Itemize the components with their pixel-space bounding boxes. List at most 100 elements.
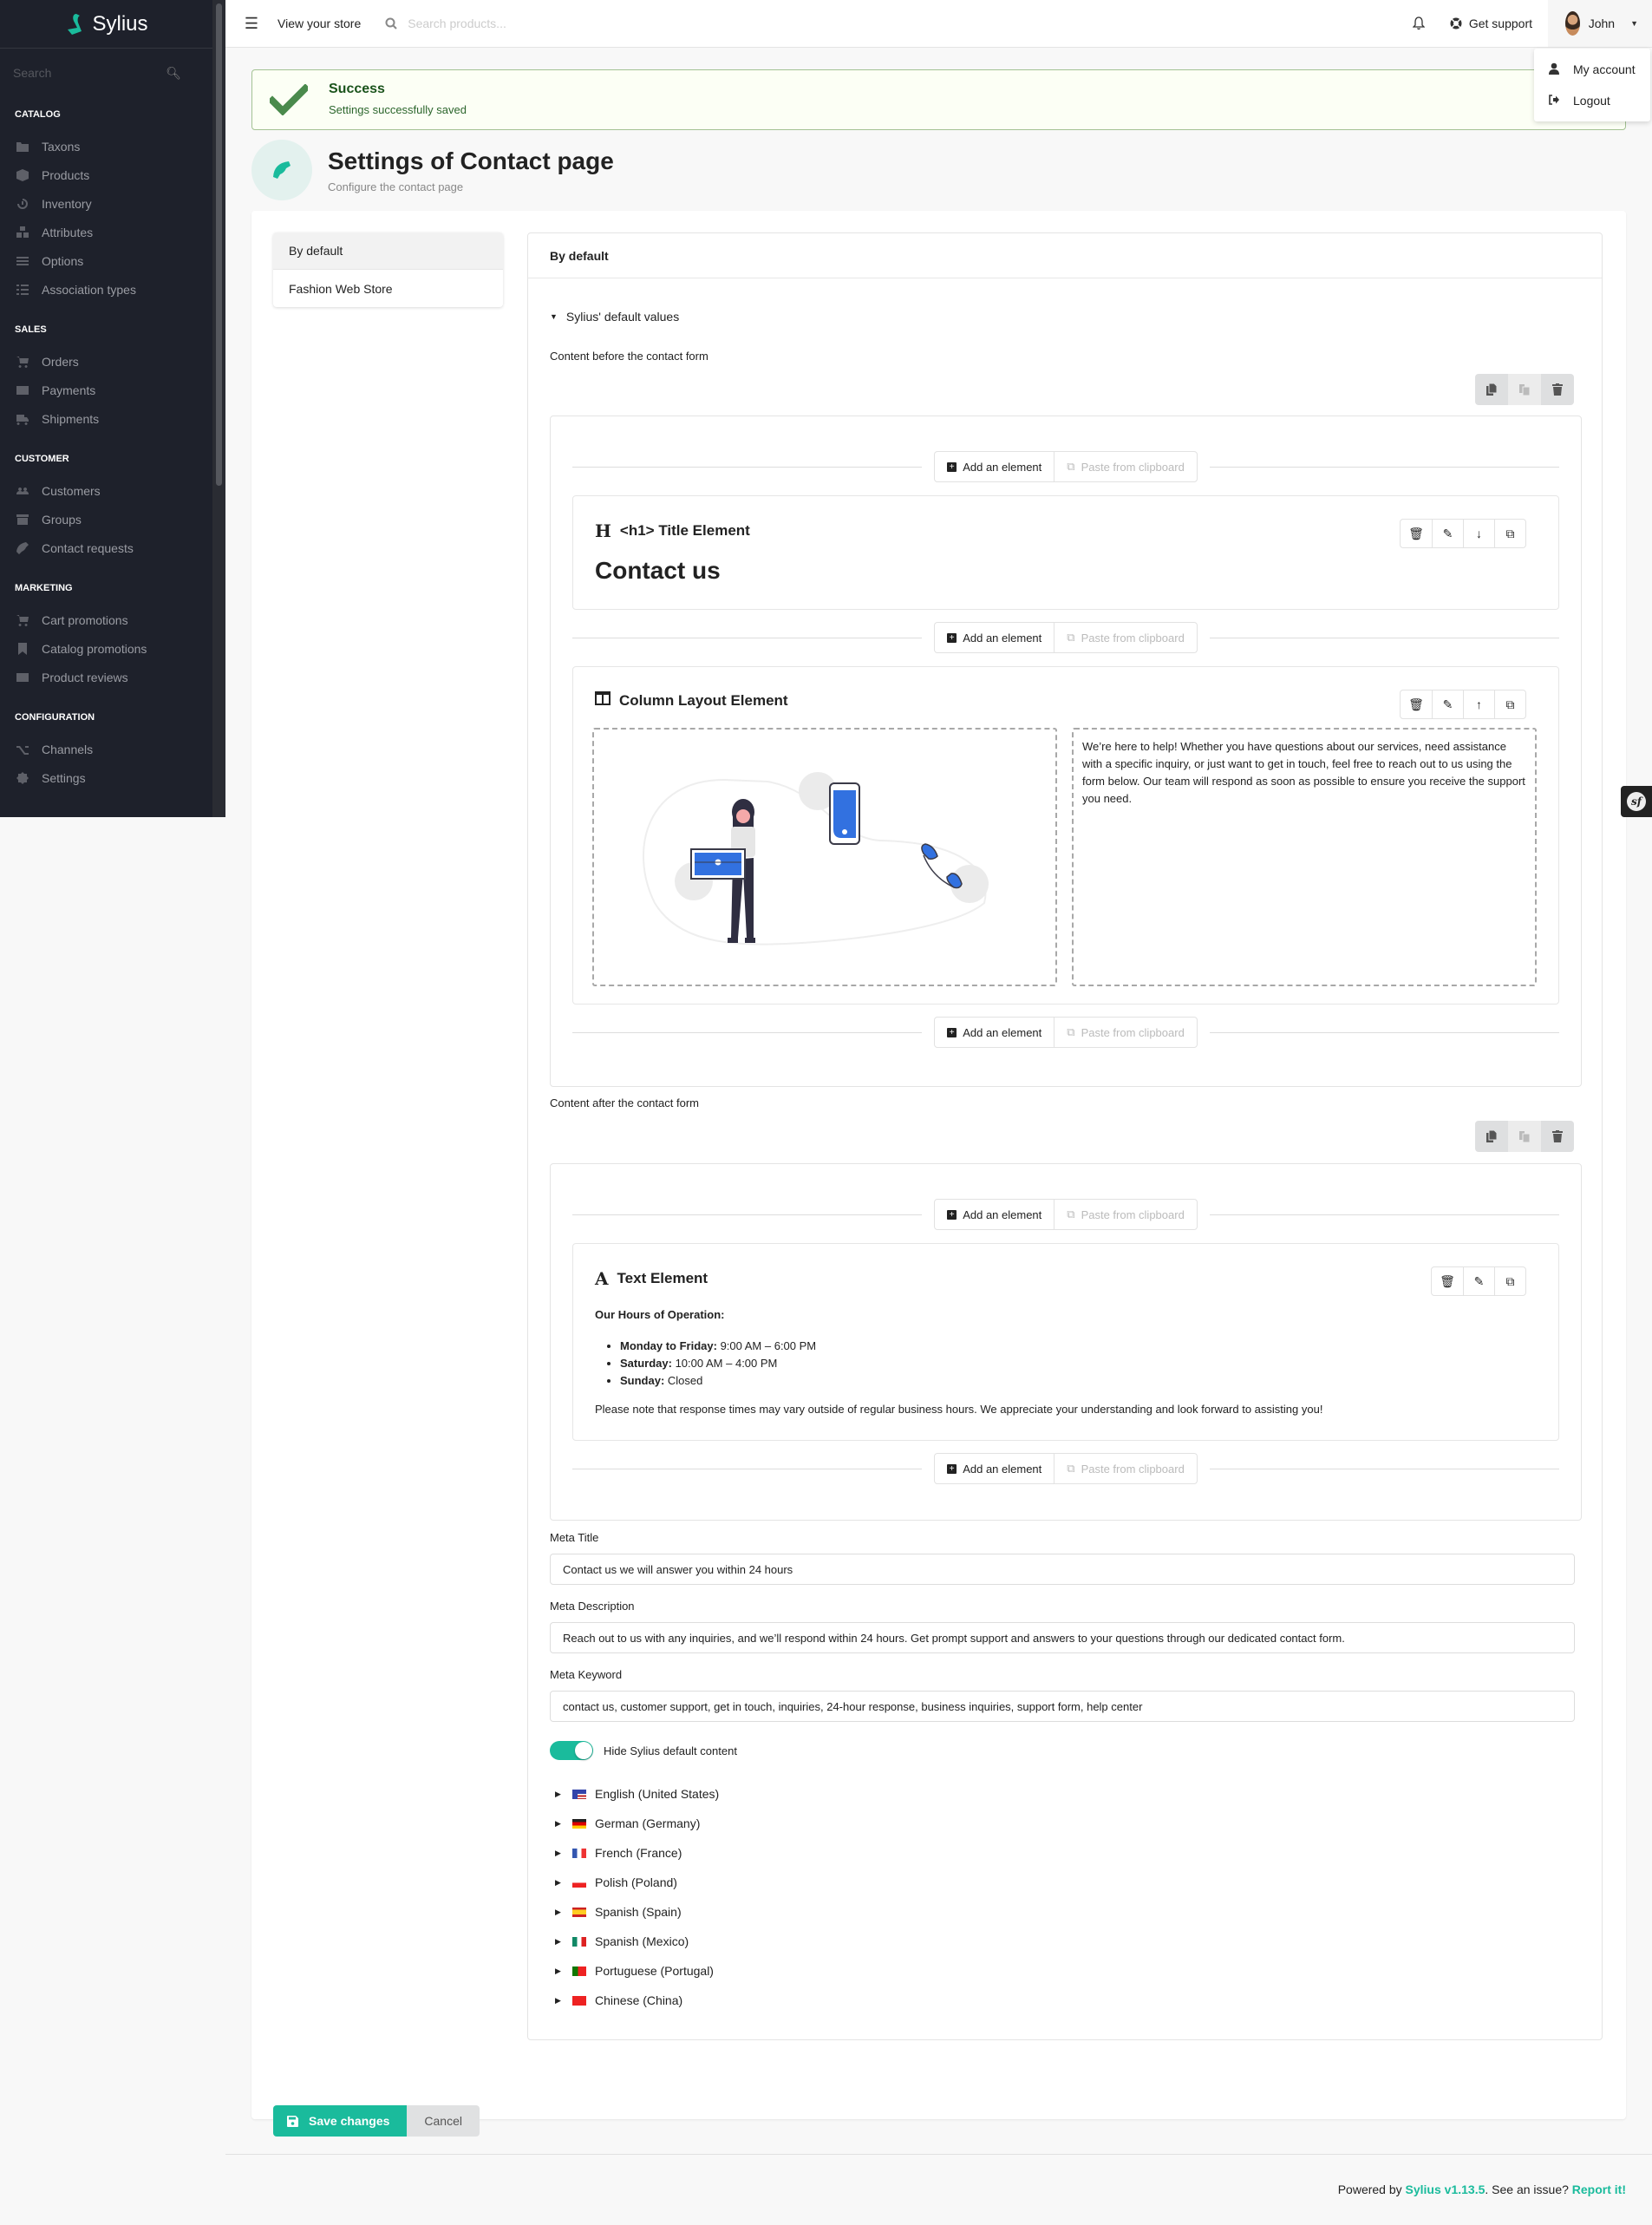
users-icon xyxy=(16,485,29,497)
sidebar-item-shipments[interactable]: Shipments xyxy=(0,404,225,433)
paste-from-clipboard-button[interactable]: ⧉ Paste from clipboard xyxy=(1054,1454,1197,1483)
meta-keyword-input[interactable] xyxy=(550,1691,1575,1722)
flag-pl-icon xyxy=(572,1877,586,1888)
paste-from-clipboard-button[interactable]: ⧉ Paste from clipboard xyxy=(1054,623,1197,652)
copy-icon[interactable]: ⧉ xyxy=(1494,520,1525,547)
font-icon: A xyxy=(595,1268,609,1289)
element-actions: 🗑︎ ✎ ↑ ⧉ xyxy=(1400,690,1526,719)
add-element-button[interactable]: + Add an element xyxy=(935,1018,1054,1047)
pencil-icon[interactable]: ✎ xyxy=(1432,690,1463,718)
sidebar-item-association-types[interactable]: Association types xyxy=(0,275,225,304)
add-element-button[interactable]: + Add an element xyxy=(935,1200,1054,1229)
locale-item-mx[interactable]: ▶ Spanish (Mexico) xyxy=(550,1927,719,1956)
add-element-button[interactable]: + Add an element xyxy=(935,452,1054,481)
sidebar-item-settings[interactable]: Settings xyxy=(0,763,225,792)
locale-item-cn[interactable]: ▶ Chinese (China) xyxy=(550,1986,719,2015)
report-issue-link[interactable]: Report it! xyxy=(1572,2182,1626,2196)
search-icon[interactable]: 🔍︎ xyxy=(166,66,181,81)
locale-item-us[interactable]: ▶ English (United States) xyxy=(550,1779,719,1809)
locale-item-pl[interactable]: ▶ Polish (Poland) xyxy=(550,1868,719,1897)
sidebar-item-taxons[interactable]: Taxons xyxy=(0,132,225,160)
sidebar-item-cart-promotions[interactable]: Cart promotions xyxy=(0,605,225,634)
user-dropdown: My account Logout xyxy=(1534,49,1650,121)
get-support-link[interactable]: Get support xyxy=(1450,16,1532,30)
copy-icon[interactable]: ⧉ xyxy=(1494,1267,1525,1295)
paste-from-clipboard-button[interactable]: ⧉ Paste from clipboard xyxy=(1054,1018,1197,1047)
bookmark-icon xyxy=(16,642,29,655)
sidebar-scrollbar[interactable] xyxy=(212,0,225,817)
toggle-knob xyxy=(575,1742,592,1759)
copy-icon[interactable]: ⧉ xyxy=(1494,690,1525,718)
product-search-input[interactable] xyxy=(408,16,669,30)
arrow-down-icon[interactable]: ↓ xyxy=(1463,520,1494,547)
sidebar-item-inventory[interactable]: Inventory xyxy=(0,189,225,218)
paste-from-clipboard-button[interactable]: ⧉ Paste from clipboard xyxy=(1054,1200,1197,1229)
folder-icon xyxy=(16,141,29,153)
truck-icon xyxy=(16,413,29,425)
copy-all-button[interactable] xyxy=(1475,1121,1508,1152)
meta-title-input[interactable] xyxy=(550,1554,1575,1585)
locale-item-fr[interactable]: ▶ French (France) xyxy=(550,1838,719,1868)
locale-label: Spanish (Spain) xyxy=(595,1905,682,1919)
sidebar-item-channels[interactable]: Channels xyxy=(0,735,225,763)
trash-icon[interactable]: 🗑︎ xyxy=(1401,520,1432,547)
sidebar-item-contact-requests[interactable]: Contact requests xyxy=(0,533,225,562)
pencil-icon[interactable]: ✎ xyxy=(1463,1267,1494,1295)
add-element-row: + Add an element ⧉ Paste from clipboard xyxy=(572,1453,1560,1484)
locale-item-pt[interactable]: ▶ Portuguese (Portugal) xyxy=(550,1956,719,1986)
sidebar-item-products[interactable]: Products xyxy=(0,160,225,189)
sylius-version-link[interactable]: Sylius v1.13.5 xyxy=(1406,2182,1485,2196)
sidebar-search-input[interactable] xyxy=(13,66,143,80)
menu-toggle-icon[interactable]: ☰ xyxy=(225,15,278,33)
paste-all-button[interactable] xyxy=(1508,374,1541,405)
column-left[interactable] xyxy=(592,728,1057,986)
nav-section-title: SALES xyxy=(15,324,47,335)
sylius-logo[interactable]: Sylius xyxy=(0,0,212,49)
clear-all-button[interactable] xyxy=(1541,1121,1574,1152)
sidebar-search[interactable]: 🔍︎ xyxy=(0,49,212,97)
add-element-button[interactable]: + Add an element xyxy=(935,623,1054,652)
add-element-button[interactable]: + Add an element xyxy=(935,1454,1054,1483)
bell-icon[interactable] xyxy=(1401,16,1436,30)
channel-item-fashion-web-store[interactable]: Fashion Web Store xyxy=(273,270,503,307)
sidebar-item-options[interactable]: Options xyxy=(0,246,225,275)
shuffle-icon xyxy=(16,743,29,756)
meta-description-input[interactable] xyxy=(550,1622,1575,1653)
channel-item-by-default[interactable]: By default xyxy=(273,232,503,270)
caret-right-icon: ▶ xyxy=(555,1936,561,1946)
locale-item-es[interactable]: ▶ Spanish (Spain) xyxy=(550,1897,719,1927)
sidebar-item-catalog-promotions[interactable]: Catalog promotions xyxy=(0,634,225,663)
paste-all-button[interactable] xyxy=(1508,1121,1541,1152)
sidebar-item-label: Inventory xyxy=(42,196,92,211)
scrollbar-thumb[interactable] xyxy=(216,3,222,486)
trash-icon[interactable]: 🗑︎ xyxy=(1432,1267,1463,1295)
sylius-defaults-toggle[interactable]: ▼ Sylius' default values xyxy=(550,310,679,324)
copy-all-button[interactable] xyxy=(1475,374,1508,405)
sidebar-item-groups[interactable]: Groups xyxy=(0,505,225,533)
symfony-toolbar-toggle[interactable]: sf xyxy=(1621,786,1652,817)
product-search[interactable] xyxy=(385,16,669,30)
user-menu[interactable]: John ▼ xyxy=(1548,0,1652,47)
column-right[interactable]: We’re here to help! Whether you have que… xyxy=(1072,728,1537,986)
dropdown-item-logout[interactable]: Logout xyxy=(1534,85,1650,116)
pencil-icon[interactable]: ✎ xyxy=(1432,520,1463,547)
save-changes-button[interactable]: Save changes xyxy=(273,2105,408,2137)
dropdown-item-my-account[interactable]: My account xyxy=(1534,54,1650,85)
sidebar-item-payments[interactable]: Payments xyxy=(0,376,225,404)
defaults-toggle-label: Sylius' default values xyxy=(565,310,680,324)
arrow-up-icon[interactable]: ↑ xyxy=(1463,690,1494,718)
paste-from-clipboard-button[interactable]: ⧉ Paste from clipboard xyxy=(1054,452,1197,481)
locale-item-de[interactable]: ▶ German (Germany) xyxy=(550,1809,719,1838)
sidebar-item-product-reviews[interactable]: Product reviews xyxy=(0,663,225,691)
trash-icon[interactable]: 🗑︎ xyxy=(1401,690,1432,718)
sidebar-item-customers[interactable]: Customers xyxy=(0,476,225,505)
caret-right-icon: ▶ xyxy=(555,1966,561,1975)
view-store-link[interactable]: View your store xyxy=(278,16,361,30)
sidebar-item-attributes[interactable]: Attributes xyxy=(0,218,225,246)
clear-all-button[interactable] xyxy=(1541,374,1574,405)
sidebar-item-orders[interactable]: Orders xyxy=(0,347,225,376)
hide-default-toggle[interactable] xyxy=(550,1741,593,1760)
hours-list: Monday to Friday: 9:00 AM – 6:00 PMSatur… xyxy=(620,1338,816,1390)
element-name: <h1> Title Element xyxy=(619,522,750,539)
cancel-button[interactable]: Cancel xyxy=(407,2105,480,2137)
